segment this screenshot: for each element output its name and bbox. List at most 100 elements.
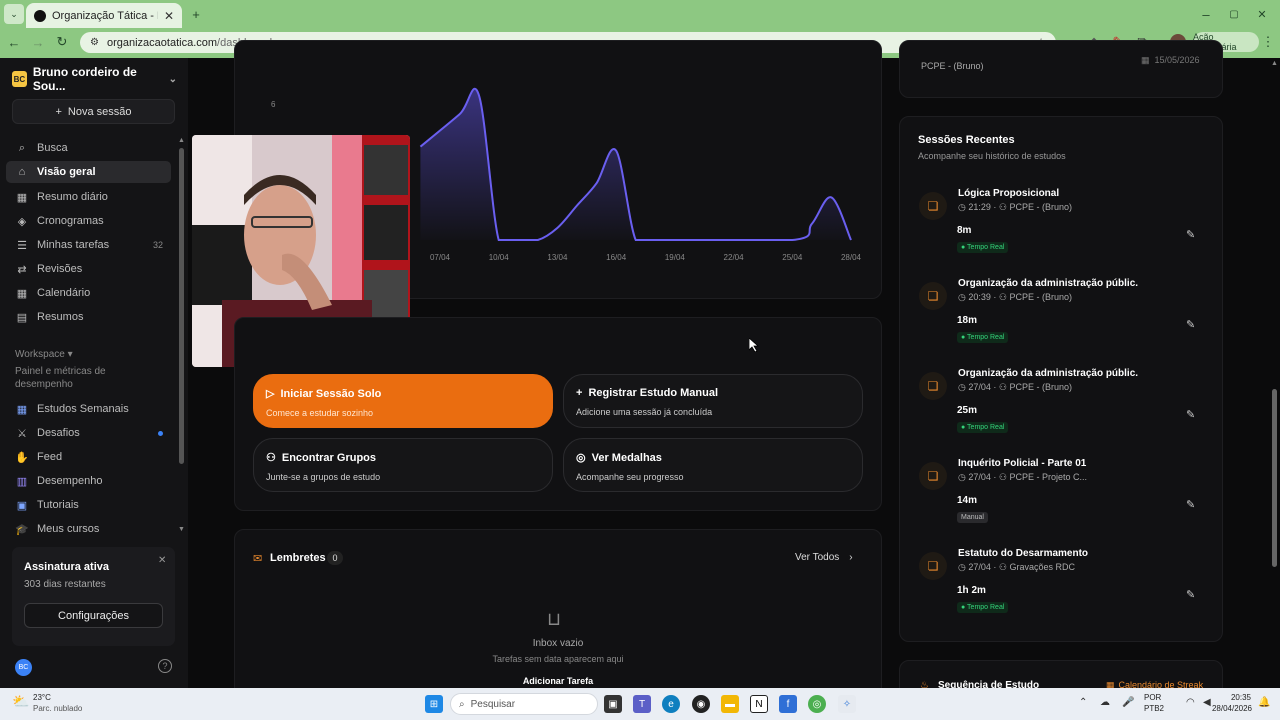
sidebar-item-feed[interactable]: ✋ Feed [6,446,171,468]
app-icon[interactable]: ✧ [838,695,856,713]
site-info-icon[interactable]: ⚙ [90,37,99,48]
session-tag-label: Tempo Real [967,334,1005,341]
sidebar-item-estudos-semanais[interactable]: ▦ Estudos Semanais [6,398,171,420]
sidebar-item-visao-geral[interactable]: ⌂ Visão geral [6,161,171,183]
sidebar-item-busca[interactable]: ⌕ Busca [6,137,171,159]
task-view-icon[interactable]: ▣ [604,695,622,713]
register-manual-study-button[interactable]: + Registrar Estudo Manual Adicione uma se… [563,374,863,428]
close-window-icon[interactable]: ✕ [1252,4,1272,24]
session-item[interactable]: ❏ Lógica Proposicional ◷ 21:29 · ⚇ PCPE - … [918,188,1208,268]
sidebar-item-meus-cursos[interactable]: 🎓 Meus cursos [6,518,171,540]
edge-icon[interactable]: e [662,695,680,713]
browser-menu-icon[interactable]: ⋮ [1258,32,1278,52]
keyboard-language[interactable]: POR [1144,693,1161,702]
clock-time[interactable]: 20:35 [1227,693,1251,702]
sidebar-item-cronogramas[interactable]: ◈ Cronogramas [6,210,171,232]
weather-temp[interactable]: 23°C [33,693,51,702]
action-title: Ver Medalhas [591,451,662,464]
notion-icon[interactable]: N [750,695,768,713]
page-scrollbar[interactable] [1272,389,1277,567]
start-solo-session-button[interactable]: ▷ Iniciar Sessão Solo Comece a estudar so… [253,374,553,428]
edit-icon[interactable]: ✎ [1186,318,1195,331]
upcoming-date: ▦ 15/05/2026 [1141,55,1200,66]
calendar-icon: ▦ [1141,55,1150,65]
sidebar-item-tutoriais[interactable]: ▣ Tutoriais [6,494,171,516]
sidebar-item-desafios[interactable]: ⚔ Desafios [6,422,171,444]
x-tick-label: 13/04 [547,253,568,262]
workspace-name: Bruno cordeiro de Sou... [32,65,137,93]
sidebar-item-label: Resumos [37,311,84,323]
session-tag-label: Manual [961,514,984,521]
sidebar-item-calendario[interactable]: ▦ Calendário [6,282,171,304]
reload-icon[interactable]: ↻ [52,32,72,52]
search-icon: ⌕ [459,698,465,710]
edit-icon[interactable]: ✎ [1186,588,1195,601]
teams-icon[interactable]: T [633,695,651,713]
session-item[interactable]: ❏ Organização da administração públic... ◷… [918,278,1208,358]
tray-overflow-icon[interactable]: ⌃ [1079,697,1087,708]
obs-icon[interactable]: ◉ [692,695,710,713]
notification-bell-icon[interactable]: 🔔 [1258,697,1270,708]
session-item[interactable]: ❏ Inquérito Policial - Parte 01 ◷ 27/04 · … [918,458,1208,538]
forward-icon[interactable]: → [28,32,48,52]
file-explorer-icon[interactable]: ▬ [721,695,739,713]
chevron-down-icon: ⌄ [168,73,177,85]
sidebar-item-desempenho[interactable]: ▥ Desempenho [6,470,171,492]
sidebar-item-revisoes[interactable]: ⇄ Revisões [6,258,171,280]
keyboard-layout[interactable]: PTB2 [1144,704,1164,713]
microphone-icon[interactable]: 🎤 [1122,697,1134,708]
browser-tab[interactable]: Organização Tática - Plataforma ✕ [26,3,182,28]
session-meta: ◷ 27/04 · ⚇ PCPE - Projeto C... [958,472,1088,482]
maximize-icon[interactable]: ▢ [1224,4,1244,24]
session-tag-label: Tempo Real [967,244,1005,251]
minimize-icon[interactable]: – [1196,4,1216,24]
x-tick-label: 10/04 [489,253,510,262]
sidebar-item-label: Meus cursos [37,523,100,535]
session-group: Gravações RDC [1009,562,1076,572]
sidebar-item-minhas-tarefas[interactable]: ☰ Minhas tarefas 32 [6,234,171,256]
taskbar-search[interactable]: ⌕ Pesquisar [450,693,598,715]
settings-button[interactable]: Configurações [24,603,163,628]
tab-search-icon[interactable]: ⌄ [4,4,24,24]
edit-icon[interactable]: ✎ [1186,228,1195,241]
taskbar-search-label: Pesquisar [470,698,516,710]
avatar[interactable]: BC [15,659,32,676]
wifi-icon[interactable]: ◠ [1186,697,1195,708]
windows-start-icon[interactable]: ⊞ [425,695,443,713]
shortcut-app-icon[interactable]: f [779,695,797,713]
workspace-section-label[interactable]: Workspace ▾ [15,349,73,360]
graduation-icon: 🎓 [15,523,29,536]
close-icon[interactable]: ✕ [158,555,166,566]
close-tab-icon[interactable]: ✕ [164,9,174,23]
find-groups-button[interactable]: ⚇ Encontrar Grupos Junte-se a grupos de e… [253,438,553,492]
chart-icon: ▥ [16,475,28,488]
sidebar-item-resumos[interactable]: ▤ Resumos [6,306,171,328]
weather-icon[interactable]: ⛅ [12,693,29,710]
view-medals-button[interactable]: ◎ Ver Medalhas Acompanhe seu progresso [563,438,863,492]
clock-date[interactable]: 28/04/2026 [1208,704,1252,713]
weather-desc[interactable]: Parc. nublado [33,704,82,713]
see-all-link[interactable]: Ver Todos › [795,552,853,563]
new-tab-icon[interactable]: + [186,4,206,24]
edit-icon[interactable]: ✎ [1186,498,1195,511]
session-time: 27/04 [968,382,991,392]
session-item[interactable]: ❏ Organização da administração públic... ◷… [918,368,1208,448]
clock-icon: ◷ [958,202,966,212]
chrome-icon[interactable]: ◎ [808,695,826,713]
session-time: 27/04 [968,562,991,572]
session-tag-label: Tempo Real [967,604,1005,611]
users-icon: ⚇ [998,562,1007,572]
book-icon: ❏ [919,192,947,220]
new-session-button[interactable]: + Nova sessão [12,99,175,124]
edit-icon[interactable]: ✎ [1186,408,1195,421]
session-item[interactable]: ❏ Estatuto do Desarmamento ◷ 27/04 · ⚇ Gra… [918,548,1208,628]
cloud-icon[interactable]: ☁ [1100,697,1110,708]
workspace-switcher[interactable]: BC Bruno cordeiro de Sou... ⌄ [12,65,177,93]
back-icon[interactable]: ← [4,32,24,52]
help-icon[interactable]: ? [158,659,172,673]
scroll-up-icon[interactable]: ▲ [178,137,185,144]
sidebar-item-resumo-diario[interactable]: ▦ Resumo diário [6,186,171,208]
sidebar-scrollbar[interactable] [179,148,184,464]
page-scroll-up-icon[interactable]: ▲ [1271,60,1278,67]
scroll-down-icon[interactable]: ▼ [178,526,185,533]
